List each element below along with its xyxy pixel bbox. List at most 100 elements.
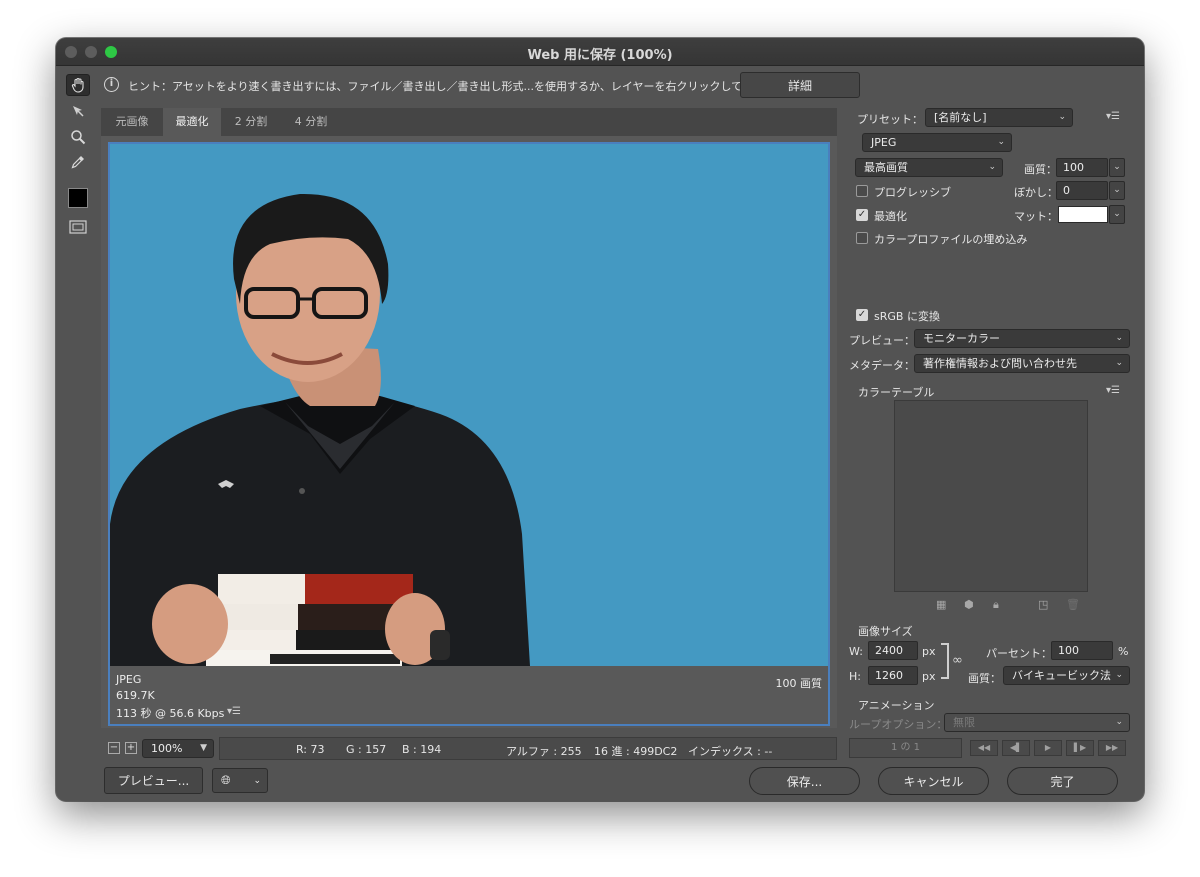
preview-mode-select[interactable]: モニターカラー ⌄ [914, 329, 1130, 348]
zoom-in-button[interactable]: + [125, 742, 137, 754]
eyedropper-tool-icon[interactable] [66, 151, 90, 173]
chevron-down-icon: ⌄ [1058, 112, 1066, 122]
metadata-select[interactable]: 著作権情報および問い合わせ先 ⌄ [914, 354, 1130, 373]
chevron-down-icon: ⌄ [1115, 670, 1123, 680]
blur-dropdown-button[interactable]: ⌄ [1109, 181, 1125, 200]
slice-select-tool-icon[interactable] [66, 100, 90, 122]
chevron-down-icon: ⌄ [1115, 717, 1123, 727]
loop-options-value: 無限 [953, 716, 975, 729]
done-button[interactable]: 完了 [1007, 767, 1118, 795]
height-input[interactable]: 1260 [868, 666, 918, 685]
title-bar: Web 用に保存 (100%) [56, 38, 1144, 66]
convert-srgb-label: sRGB に変換 [874, 310, 940, 323]
chevron-down-icon: ⌄ [1115, 358, 1123, 368]
embed-profile-label: カラープロファイルの埋め込み [874, 233, 1028, 246]
blur-input[interactable]: 0 [1056, 181, 1108, 200]
tab-optimized[interactable]: 最適化 [163, 108, 221, 136]
preview-format: JPEG [116, 673, 142, 686]
eyedropper-color-swatch[interactable] [68, 188, 88, 208]
quality-input[interactable]: 100 [1056, 158, 1108, 177]
progressive-label: プログレッシブ [874, 186, 951, 199]
preset-select[interactable]: [名前なし] ⌄ [925, 108, 1073, 127]
width-label: W: [849, 645, 863, 658]
new-color-icon[interactable]: ◳ [1038, 598, 1048, 611]
blur-label: ぼかし： [1014, 186, 1058, 199]
resample-value: バイキュービック法 [1012, 669, 1111, 682]
color-table-label: カラーテーブル [858, 386, 935, 399]
percent-unit: % [1118, 645, 1129, 658]
resample-label: 画質： [968, 672, 1001, 685]
file-format-value: JPEG [871, 136, 897, 149]
loop-options-label: ループオプション： [849, 718, 948, 731]
matte-color-swatch[interactable] [1058, 206, 1108, 223]
optimize-checkbox[interactable]: ✓ [856, 209, 868, 221]
metadata-value: 著作権情報および問い合わせ先 [923, 357, 1077, 370]
embed-profile-checkbox[interactable] [856, 232, 868, 244]
color-table[interactable] [894, 400, 1088, 592]
hint-text: ヒント：アセットをより速く書き出すには、ファイル／書き出し／書き出し形式...を… [128, 80, 776, 93]
quality-label: 画質： [1024, 163, 1057, 176]
details-button[interactable]: 詳細 [740, 72, 860, 98]
matte-dropdown-button[interactable]: ⌄ [1109, 205, 1125, 224]
chevron-down-icon: ⌄ [988, 162, 996, 172]
window-title: Web 用に保存 (100%) [527, 48, 673, 63]
first-frame-button[interactable]: ◀◀ [970, 740, 998, 756]
browser-select-button[interactable]: 🌐︎ ⌄ [212, 768, 268, 793]
toggle-slices-icon[interactable] [66, 216, 90, 238]
zoom-out-button[interactable]: − [108, 742, 120, 754]
preset-label: プリセット： [857, 113, 923, 126]
download-speed-menu-icon[interactable]: ▾☰ [227, 706, 241, 717]
height-label: H: [849, 670, 861, 683]
last-frame-button[interactable]: ▶▶ [1098, 740, 1126, 756]
hand-tool-icon[interactable] [66, 74, 90, 96]
quality-dropdown-button[interactable]: ⌄ [1109, 158, 1125, 177]
progressive-checkbox[interactable] [856, 185, 868, 197]
portrait-photo [110, 193, 530, 666]
preset-menu-icon[interactable]: ▾☰ [1106, 111, 1120, 122]
zoom-level-select[interactable]: 100% ▼ [142, 739, 214, 758]
trash-icon[interactable]: 🗑︎ [1066, 598, 1080, 611]
loop-options-select[interactable]: 無限 ⌄ [944, 713, 1130, 732]
convert-srgb-checkbox[interactable]: ✓ [856, 309, 868, 321]
view-tabs: 元画像 最適化 2 分割 4 分割 [101, 108, 837, 136]
tab-4-up[interactable]: 4 分割 [281, 108, 341, 136]
optimized-preview-pane[interactable]: JPEG 619.7K 113 秒 @ 56.6 Kbps ▾☰ 100 画質 [108, 142, 830, 726]
tab-2-up[interactable]: 2 分割 [221, 108, 281, 136]
metadata-label: メタデータ： [849, 359, 915, 372]
width-input[interactable]: 2400 [868, 641, 918, 660]
constrain-bracket [941, 643, 949, 679]
link-icon[interactable]: ∞ [952, 653, 963, 668]
width-unit: px [922, 645, 936, 658]
preview-mode-value: モニターカラー [923, 332, 1000, 345]
previous-frame-button[interactable]: ◀▌ [1002, 740, 1030, 756]
quality-level-select[interactable]: 最高画質 ⌄ [855, 158, 1003, 177]
save-for-web-dialog: Web 用に保存 (100%) i ヒント：アセットをより速く書き出すには、ファ… [56, 38, 1144, 801]
web-shift-icon[interactable]: ⬢ [964, 598, 974, 611]
preview-in-browser-button[interactable]: プレビュー... [104, 767, 203, 794]
preview-quality: 100 画質 [775, 677, 823, 690]
map-transparency-icon[interactable]: ▦ [936, 598, 946, 611]
next-frame-button[interactable]: ▌▶ [1066, 740, 1094, 756]
status-green: G : 157 [346, 743, 387, 756]
matte-label: マット： [1014, 210, 1058, 223]
quality-level-value: 最高画質 [864, 161, 908, 174]
save-button[interactable]: 保存... [749, 767, 860, 795]
preview-file-size: 619.7K [116, 689, 155, 702]
status-index: インデックス : -- [688, 745, 773, 758]
percent-input[interactable]: 100 [1051, 641, 1113, 660]
resample-select[interactable]: バイキュービック法 ⌄ [1003, 666, 1130, 685]
tab-original[interactable]: 元画像 [101, 108, 163, 136]
zoom-level-value: 100% [151, 742, 183, 755]
percent-label: パーセント： [986, 647, 1052, 660]
preview-label: プレビュー： [849, 334, 915, 347]
lock-color-icon[interactable]: 🔒︎ [993, 598, 999, 612]
cancel-button[interactable]: キャンセル [878, 767, 989, 795]
color-table-menu-icon[interactable]: ▾☰ [1106, 385, 1120, 396]
frame-counter: 1 の 1 [849, 738, 962, 758]
play-button[interactable]: ▶ [1034, 740, 1062, 756]
zoom-tool-icon[interactable] [66, 126, 90, 148]
file-format-select[interactable]: JPEG ⌄ [862, 133, 1012, 152]
status-blue: B : 194 [402, 743, 442, 756]
animation-heading: アニメーション [858, 699, 935, 712]
preset-value: [名前なし] [934, 111, 987, 124]
